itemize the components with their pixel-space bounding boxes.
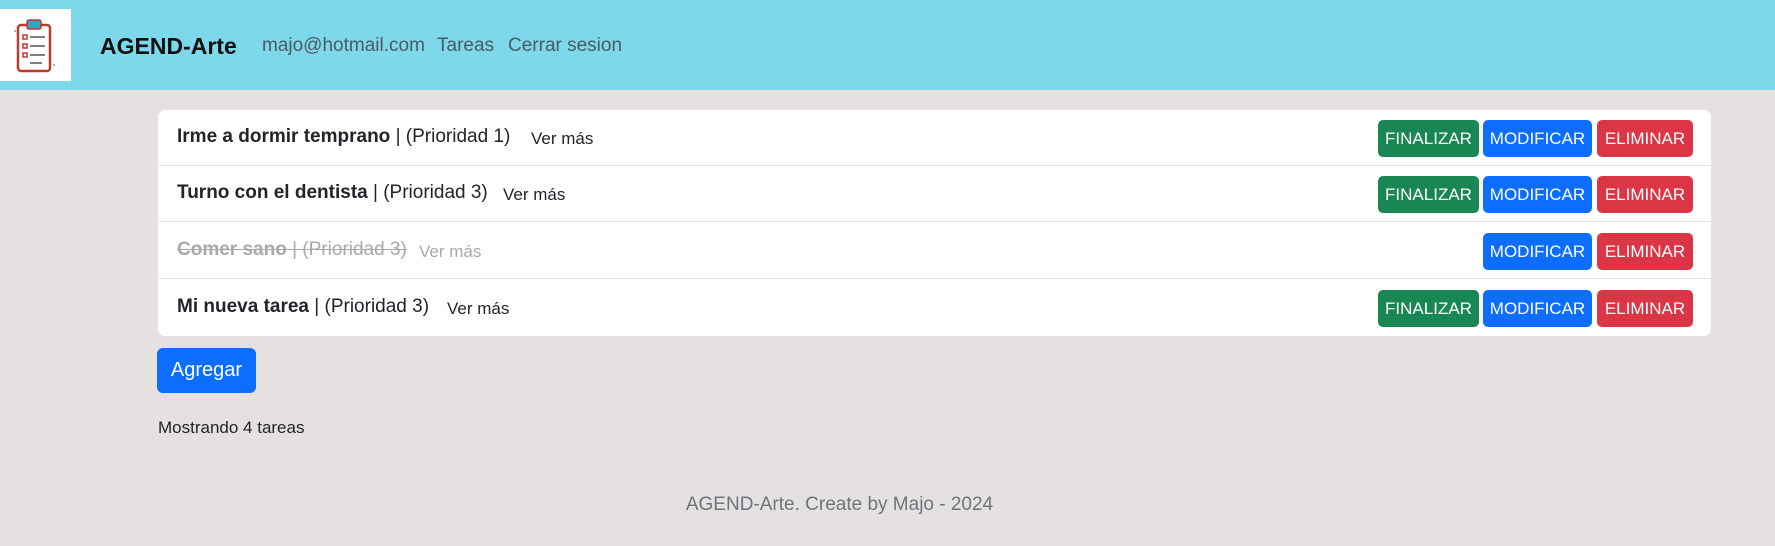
task-name: Mi nueva tarea xyxy=(177,296,309,317)
modify-button[interactable]: MODIFICAR xyxy=(1483,176,1592,213)
task-list: Irme a dormir temprano | (Prioridad 1) V… xyxy=(158,110,1711,336)
nav-user-email[interactable]: majo@hotmail.com xyxy=(262,35,425,57)
task-priority: | (Prioridad 3) xyxy=(292,239,407,260)
task-priority: | (Prioridad 1) xyxy=(395,126,511,147)
brand-title[interactable]: AGEND-Arte xyxy=(100,33,237,60)
task-title: Turno con el dentista | (Prioridad 3) xyxy=(177,182,488,204)
delete-button[interactable]: ELIMINAR xyxy=(1597,176,1693,213)
ver-mas-link[interactable]: Ver más xyxy=(419,242,481,262)
task-title: Comer sano | (Prioridad 3) xyxy=(177,239,407,261)
delete-button[interactable]: ELIMINAR xyxy=(1597,290,1693,327)
task-title: Irme a dormir temprano | (Prioridad 1) xyxy=(177,126,510,148)
delete-button[interactable]: ELIMINAR xyxy=(1597,120,1693,157)
task-title: Mi nueva tarea | (Prioridad 3) xyxy=(177,296,429,318)
nav-link-logout[interactable]: Cerrar sesion xyxy=(508,35,622,57)
clipboard-logo-icon xyxy=(14,19,55,73)
modify-button[interactable]: MODIFICAR xyxy=(1483,233,1592,270)
task-row: Irme a dormir temprano | (Prioridad 1) V… xyxy=(158,110,1711,166)
task-name: Turno con el dentista xyxy=(177,182,368,203)
delete-button[interactable]: ELIMINAR xyxy=(1597,233,1693,270)
add-task-button[interactable]: Agregar xyxy=(157,348,256,393)
finish-button[interactable]: FINALIZAR xyxy=(1378,290,1479,327)
footer-text: AGEND-Arte. Create by Majo - 2024 xyxy=(685,494,994,515)
footer: AGEND-Arte. Create by Majo - 2024 xyxy=(0,494,1775,516)
ver-mas-link[interactable]: Ver más xyxy=(447,299,509,319)
modify-button[interactable]: MODIFICAR xyxy=(1483,120,1592,157)
modify-button[interactable]: MODIFICAR xyxy=(1483,290,1592,327)
task-row: Turno con el dentista | (Prioridad 3) Ve… xyxy=(158,166,1711,222)
ver-mas-link[interactable]: Ver más xyxy=(503,185,565,205)
ver-mas-link[interactable]: Ver más xyxy=(531,129,593,149)
finish-button[interactable]: FINALIZAR xyxy=(1378,120,1479,157)
task-row-finished: Comer sano | (Prioridad 3) Ver más MODIF… xyxy=(158,223,1711,279)
task-count-text: Mostrando 4 tareas xyxy=(158,418,305,437)
task-name: Comer sano xyxy=(177,239,287,260)
finish-button[interactable]: FINALIZAR xyxy=(1378,176,1479,213)
navbar: AGEND-Arte majo@hotmail.com Tareas Cerra… xyxy=(0,0,1775,90)
nav-link-tareas[interactable]: Tareas xyxy=(437,35,494,57)
task-name: Irme a dormir temprano xyxy=(177,126,391,147)
task-priority: | (Prioridad 3) xyxy=(314,296,430,317)
task-row: Mi nueva tarea | (Prioridad 3) Ver más F… xyxy=(158,280,1711,336)
logo[interactable] xyxy=(0,9,71,81)
task-priority: | (Prioridad 3) xyxy=(373,182,488,203)
